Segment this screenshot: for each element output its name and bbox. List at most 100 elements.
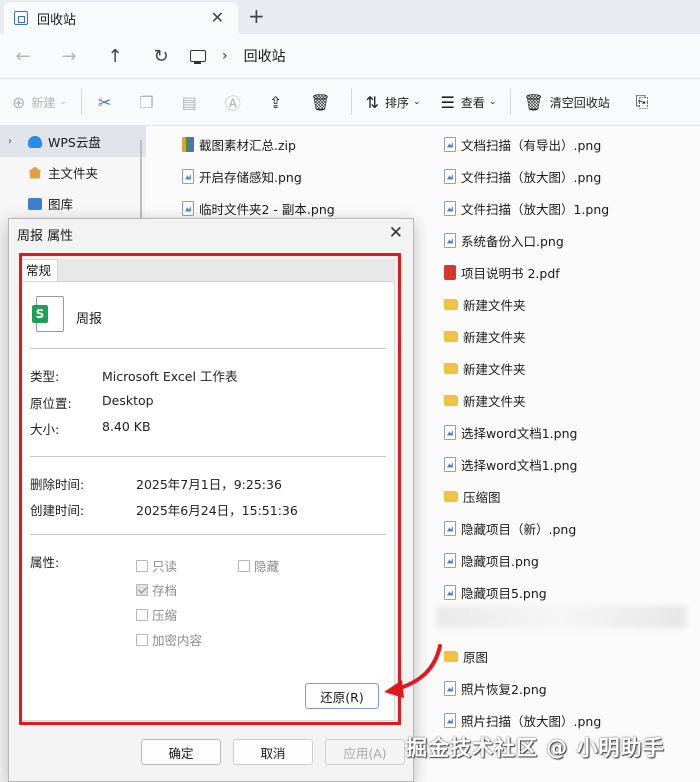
- close-icon[interactable]: ✕: [389, 223, 403, 243]
- pictures-icon: [28, 197, 42, 210]
- file-name: 文档扫描（有导出）.png: [461, 137, 602, 153]
- readonly-checkbox[interactable]: 只读: [136, 556, 177, 575]
- checkmark-icon[interactable]: [136, 583, 148, 596]
- image-file-icon: [444, 136, 456, 152]
- up-button[interactable]: ↑: [92, 46, 138, 67]
- back-button[interactable]: ←: [0, 46, 46, 67]
- list-item[interactable]: 原图: [444, 646, 488, 666]
- add-icon: ⊕: [12, 92, 26, 112]
- home-icon: [28, 166, 42, 179]
- list-item[interactable]: 项目说明书 2.pdf: [444, 262, 560, 282]
- list-item[interactable]: 隐藏项目.png: [444, 550, 539, 570]
- type-label: 类型:: [30, 369, 60, 384]
- cut-button[interactable]: ✂: [98, 78, 117, 126]
- compress-checkbox[interactable]: 压缩: [136, 605, 177, 624]
- empty-recycle-bin-button[interactable]: 🗑 清空回收站: [523, 78, 609, 126]
- copy-button[interactable]: ❐: [139, 78, 159, 126]
- apply-button[interactable]: 应用(A): [325, 739, 405, 765]
- restore-items-button[interactable]: ⎘: [636, 78, 655, 126]
- dialog-title-bar: 周报 属性 ✕: [9, 219, 413, 249]
- list-item[interactable]: 新建文件夹: [444, 294, 526, 314]
- breadcrumb-recycle-bin[interactable]: 回收站: [244, 46, 286, 66]
- sidebar-item-label: 主文件夹: [48, 166, 99, 181]
- list-item[interactable]: 新建文件夹: [444, 326, 526, 346]
- checkbox-label: 加密内容: [152, 633, 203, 648]
- empty-recycle-bin-label: 清空回收站: [549, 95, 610, 110]
- checkbox-box[interactable]: [238, 559, 250, 572]
- recycle-bin-icon: [14, 11, 28, 25]
- file-name: 选择word文档1.png: [461, 457, 578, 473]
- image-file-icon: [444, 456, 456, 472]
- blurred-region: [436, 606, 686, 628]
- file-name: 照片扫描（放大图）.png: [461, 713, 602, 729]
- file-name: 原图: [463, 649, 489, 665]
- paste-button[interactable]: ▤: [182, 78, 203, 126]
- new-button[interactable]: ⊕ 新建 ⌄: [12, 78, 67, 126]
- file-name: 隐藏项目5.png: [461, 585, 547, 601]
- refresh-button[interactable]: ↻: [138, 46, 184, 67]
- forward-button[interactable]: →: [46, 46, 92, 67]
- list-item[interactable]: 隐藏项目5.png: [444, 582, 547, 602]
- file-name: 临时文件夹2 - 副本.png: [199, 201, 335, 217]
- share-button[interactable]: ⇪: [269, 78, 288, 126]
- folder-icon: [444, 298, 458, 310]
- restore-button[interactable]: 还原(R): [305, 683, 379, 709]
- new-label: 新建: [31, 95, 56, 110]
- file-name: 隐藏项目.png: [461, 553, 539, 569]
- chevron-down-icon: ⌄: [59, 97, 67, 107]
- checkbox-label: 隐藏: [254, 559, 280, 574]
- list-item[interactable]: 隐藏项目（新）.png: [444, 518, 576, 538]
- file-name: 照片恢复2.png: [461, 681, 547, 697]
- new-tab-button[interactable]: +: [248, 4, 265, 28]
- deleted-label: 删除时间:: [30, 477, 85, 492]
- list-item[interactable]: 选择word文档1.png: [444, 422, 577, 442]
- sidebar-item-home[interactable]: 主文件夹: [0, 157, 146, 188]
- checkbox-box[interactable]: [136, 559, 148, 572]
- type-value: Microsoft Excel 工作表: [102, 369, 238, 384]
- encrypt-checkbox[interactable]: 加密内容: [136, 630, 202, 649]
- list-item[interactable]: 文件扫描（放大图）.png: [444, 166, 601, 186]
- sidebar-item-gallery[interactable]: 图库: [0, 188, 146, 219]
- list-item[interactable]: 临时文件夹2 - 副本.png: [182, 198, 335, 218]
- share-icon: ⇪: [268, 92, 283, 112]
- address-bar[interactable]: › 回收站: [190, 46, 286, 66]
- list-item[interactable]: 压缩图: [444, 486, 501, 506]
- list-item[interactable]: 开启存储感知.png: [182, 166, 302, 186]
- this-pc-icon[interactable]: [190, 50, 206, 64]
- list-item[interactable]: 文档扫描（有导出）.png: [444, 134, 601, 154]
- breadcrumb-separator-icon[interactable]: ›: [222, 48, 228, 64]
- sort-button[interactable]: ⇅ 排序 ⌄: [366, 78, 421, 126]
- tab-recycle-bin[interactable]: 回收站 ✕: [4, 2, 238, 34]
- chevron-right-icon[interactable]: ›: [8, 136, 12, 147]
- view-button[interactable]: ☰ 查看 ⌄: [441, 78, 497, 126]
- command-bar: ⊕ 新建 ⌄ ✂ ❐ ▤ Ⓐ ⇪ 🗑 ⇅ 排序 ⌄ ☰ 查看 ⌄ 🗑 清空回收站…: [0, 78, 700, 126]
- rename-button[interactable]: Ⓐ: [225, 78, 247, 126]
- list-item[interactable]: 文件扫描（放大图）1.png: [444, 198, 609, 218]
- location-label: 原位置:: [30, 396, 72, 411]
- sidebar-item-label: 图库: [48, 197, 74, 212]
- ok-button[interactable]: 确定: [141, 739, 221, 765]
- cancel-button[interactable]: 取消: [233, 739, 313, 765]
- checkbox-box[interactable]: [136, 608, 148, 621]
- file-name: 新建文件夹: [463, 361, 526, 377]
- watermark: 掘金技术社区 @ 小明助手: [406, 736, 665, 760]
- file-name: 压缩图: [463, 489, 501, 505]
- sidebar-item-wps-cloud[interactable]: › WPS云盘: [0, 126, 146, 157]
- divider: [80, 89, 82, 115]
- deleted-value: 2025年7月1日，9:25:36: [136, 477, 282, 492]
- list-item[interactable]: 新建文件夹: [444, 358, 526, 378]
- dialog-title: 周报 属性: [17, 228, 74, 244]
- list-item[interactable]: 照片恢复2.png: [444, 678, 547, 698]
- tab-general[interactable]: 常规: [19, 259, 59, 281]
- checkbox-box[interactable]: [136, 633, 148, 646]
- hidden-checkbox[interactable]: 隐藏: [238, 556, 279, 575]
- created-label: 创建时间:: [30, 503, 85, 518]
- list-item[interactable]: 新建文件夹: [444, 390, 526, 410]
- list-item[interactable]: 系统备份入口.png: [444, 230, 564, 250]
- delete-button[interactable]: 🗑: [310, 78, 336, 126]
- archive-checkbox[interactable]: 存档: [136, 580, 177, 599]
- tab-close-icon[interactable]: ✕: [211, 8, 224, 27]
- list-item[interactable]: 照片扫描（放大图）.png: [444, 710, 601, 730]
- list-item[interactable]: 截图素材汇总.zip: [182, 134, 296, 154]
- list-item[interactable]: 选择word文档1.png: [444, 454, 577, 474]
